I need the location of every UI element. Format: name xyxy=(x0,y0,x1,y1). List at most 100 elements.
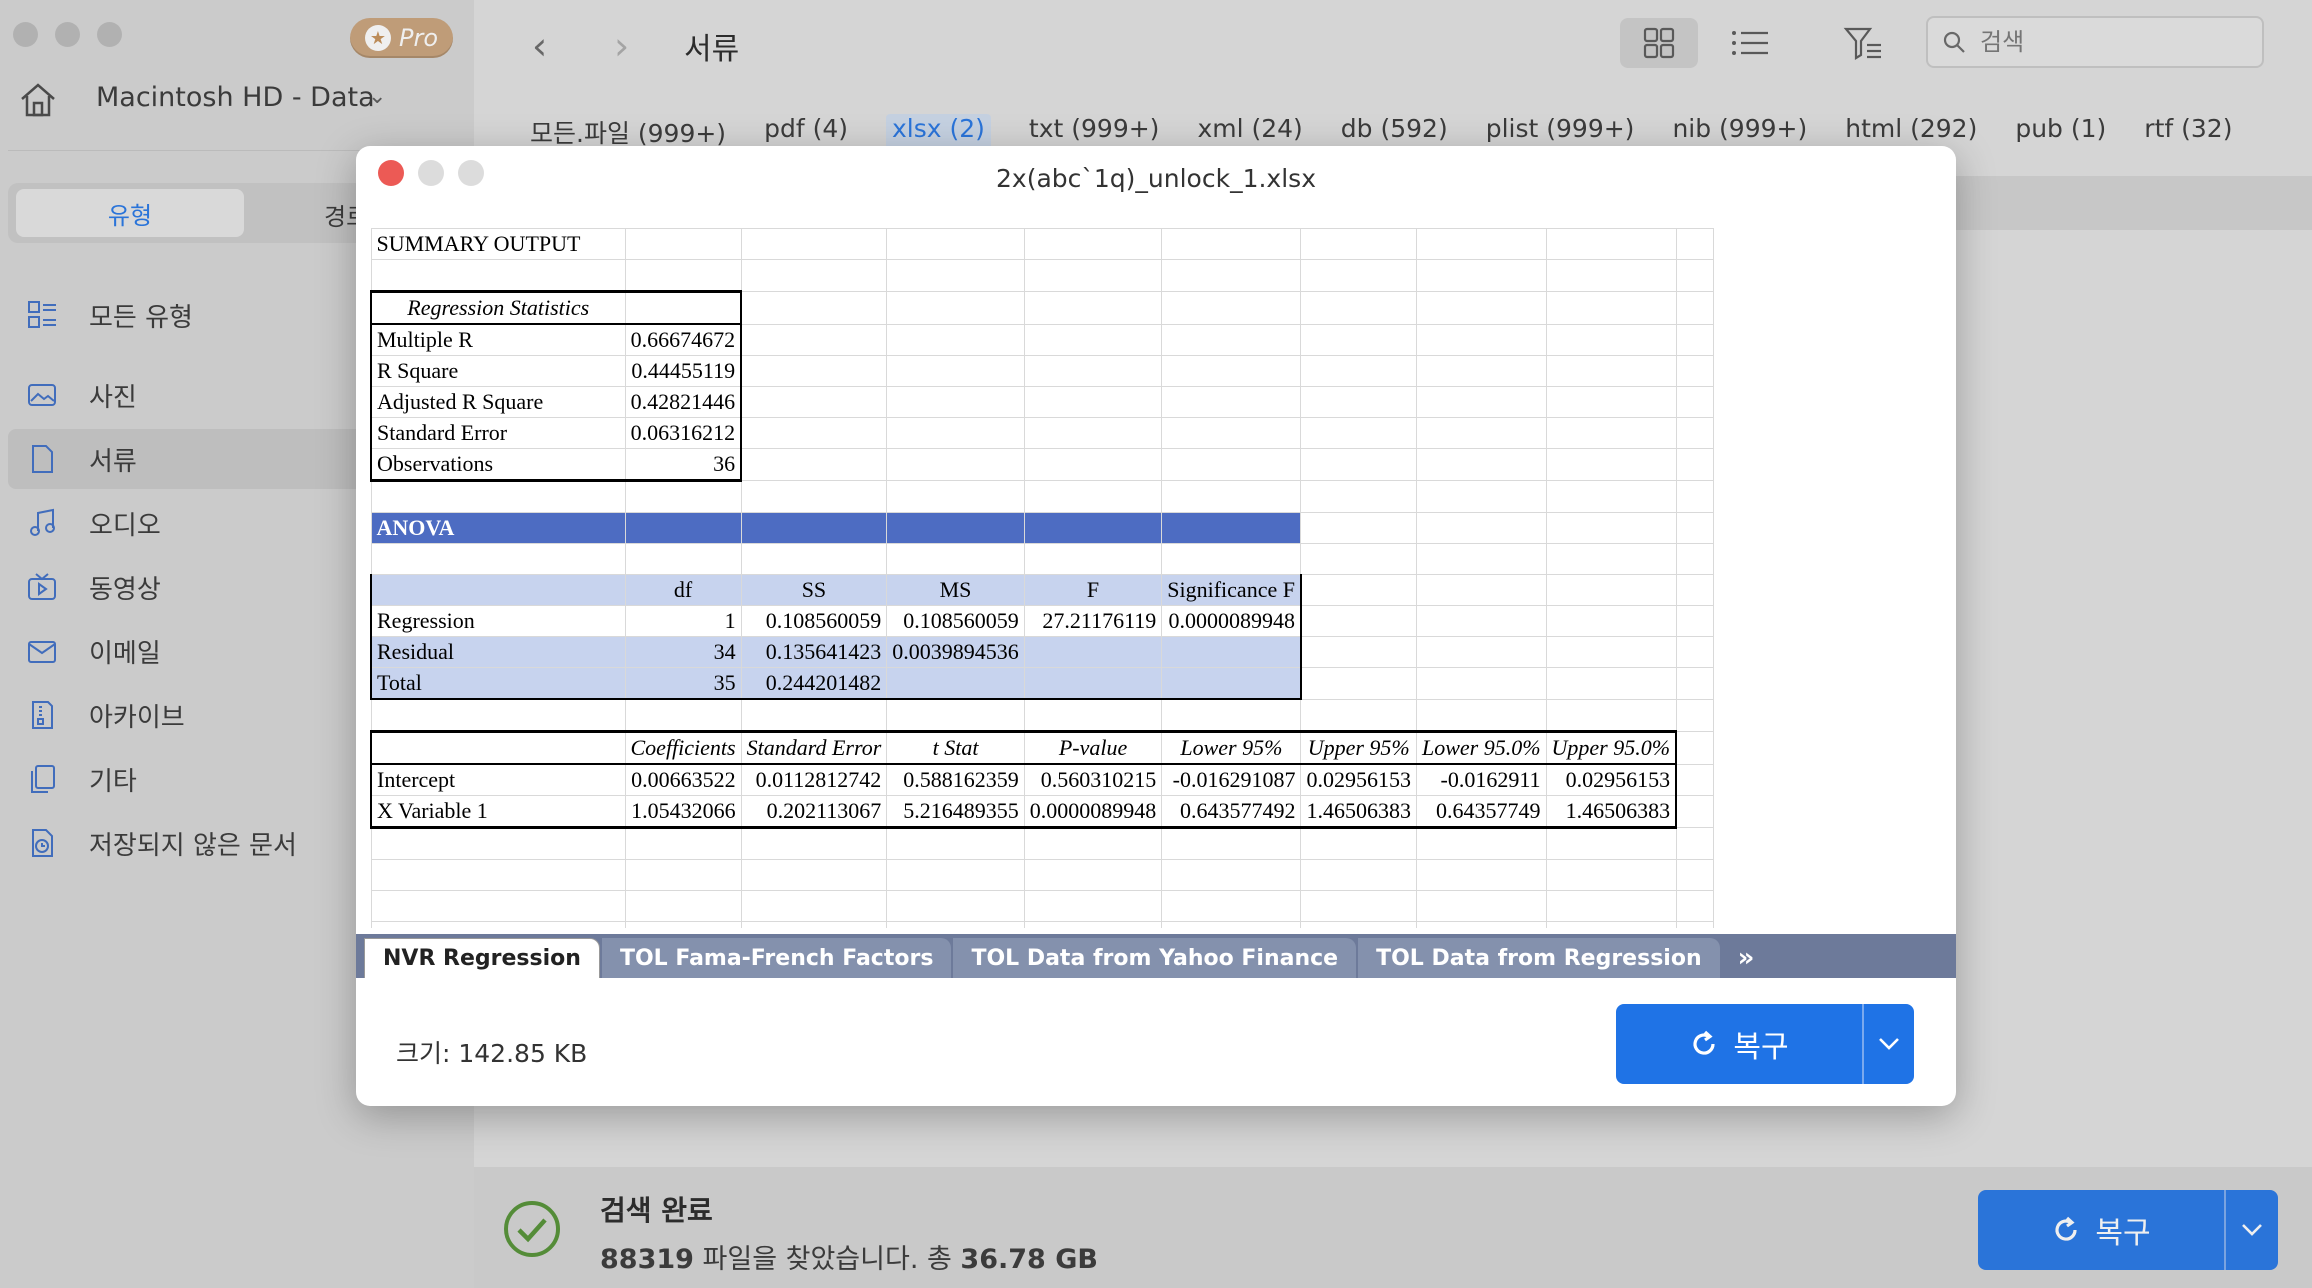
cell-value: 0.202113067 xyxy=(740,795,888,829)
sheet-tab-fama-french[interactable]: TOL Fama-French Factors xyxy=(601,938,952,978)
sheet-row: R Square 0.44455119 xyxy=(370,355,1714,387)
cell-label: Observations xyxy=(370,448,626,482)
sheet-row: Observations 36 xyxy=(370,448,1714,482)
cell-value: 0.44455119 xyxy=(624,355,743,387)
modal-recover-split-button: 복구 xyxy=(1616,1004,1914,1084)
cell-value: 0.66674672 xyxy=(624,323,743,356)
sheet-row: Total 35 0.244201482 xyxy=(370,667,1714,700)
cell-value: 0.244201482 xyxy=(740,667,888,700)
sheet-tab-data-regression[interactable]: TOL Data from Regression xyxy=(1358,938,1720,978)
chevron-down-icon xyxy=(1879,1038,1899,1050)
cell-label: Regression xyxy=(370,605,626,637)
cell-header: MS xyxy=(886,574,1025,606)
cell-value: 0.02956153 xyxy=(1545,763,1678,796)
cell-value: 35 xyxy=(624,667,742,700)
cell-value: 1.46506383 xyxy=(1545,795,1678,829)
cell-value xyxy=(886,667,1025,700)
sheet-row xyxy=(370,543,1714,575)
cell-value xyxy=(1161,667,1302,700)
sheet-row: Multiple R 0.66674672 xyxy=(370,323,1714,356)
cell-label: Multiple R xyxy=(370,323,626,356)
cell-header: Significance F xyxy=(1161,574,1302,606)
cell-value: 1 xyxy=(624,605,742,637)
file-size-label: 크기: 142.85 KB xyxy=(396,1039,588,1068)
spreadsheet-grid: SUMMARY OUTPUT Regression Statistics Mul… xyxy=(370,228,1714,928)
sheet-row xyxy=(370,698,1714,732)
sheet-row: Adjusted R Square 0.42821446 xyxy=(370,386,1714,418)
preview-modal: 2x(abc`1q)_unlock_1.xlsx SUMMARY OUTPUT … xyxy=(356,146,1956,1106)
sheet-tab-nvr-regression[interactable]: NVR Regression xyxy=(364,938,600,978)
sheet-row xyxy=(370,921,1714,928)
cell-value: 0.643577492 xyxy=(1161,795,1302,829)
cell-label: Standard Error xyxy=(370,417,626,449)
sheet-row: SUMMARY OUTPUT xyxy=(370,228,1714,260)
sheet-row xyxy=(370,259,1714,292)
cell-header: t Stat xyxy=(886,730,1025,765)
cell-value: 0.135641423 xyxy=(740,636,888,668)
cell-header: Lower 95.0% xyxy=(1415,730,1547,765)
cell-value: 34 xyxy=(624,636,742,668)
sheet-row xyxy=(370,890,1714,922)
sheet-row: Regression 1 0.108560059 0.108560059 27.… xyxy=(370,605,1714,637)
cell-label: Total xyxy=(370,667,626,700)
cell-header: df xyxy=(624,574,742,606)
cell-value: -0.016291087 xyxy=(1161,763,1302,796)
sheet-row xyxy=(370,859,1714,891)
cell-value: 0.108560059 xyxy=(740,605,888,637)
cell-value: 0.0000089948 xyxy=(1161,605,1302,637)
cell-header: Upper 95% xyxy=(1300,730,1417,765)
cell-value: 0.06316212 xyxy=(624,417,743,449)
cell-label: Adjusted R Square xyxy=(370,386,626,418)
cell-value: 0.108560059 xyxy=(886,605,1025,637)
sheet-row xyxy=(370,827,1714,860)
cell-value: 27.21176119 xyxy=(1023,605,1163,637)
sheet-row: df SS MS F Significance F xyxy=(370,574,1714,606)
cell-value: -0.0162911 xyxy=(1415,763,1547,796)
cell-value xyxy=(1023,636,1163,668)
sheet-row: X Variable 1 1.05432066 0.202113067 5.21… xyxy=(370,795,1714,829)
cell-label: Intercept xyxy=(370,763,626,796)
more-tabs-icon[interactable]: » xyxy=(1722,938,1771,978)
cell-value: 5.216489355 xyxy=(886,795,1025,829)
cell-value xyxy=(1161,636,1302,668)
sheet-row: ANOVA xyxy=(370,512,1714,544)
cell-header: Standard Error xyxy=(740,730,888,765)
cell-header: Upper 95.0% xyxy=(1545,730,1678,765)
cell-value: 36 xyxy=(624,448,743,482)
sheet-row: Residual 34 0.135641423 0.0039894536 xyxy=(370,636,1714,668)
spreadsheet-preview: SUMMARY OUTPUT Regression Statistics Mul… xyxy=(370,228,1956,928)
recover-dropdown-button[interactable] xyxy=(1862,1004,1914,1084)
recover-button[interactable]: 복구 xyxy=(1616,1004,1862,1084)
cell-value: 0.02956153 xyxy=(1300,763,1417,796)
cell-anova-title: ANOVA xyxy=(370,512,626,544)
cell-header: P-value xyxy=(1023,730,1163,765)
cell-label: R Square xyxy=(370,355,626,387)
sheet-row: Regression Statistics xyxy=(370,290,1714,325)
cell-value: 0.560310215 xyxy=(1023,763,1163,796)
cell-header: Lower 95% xyxy=(1161,730,1302,765)
cell-value xyxy=(1023,667,1163,700)
cell-value: 1.46506383 xyxy=(1300,795,1417,829)
cell-header: F xyxy=(1023,574,1163,606)
sheet-row: Intercept 0.00663522 0.0112812742 0.5881… xyxy=(370,763,1714,796)
cell-value: 0.0039894536 xyxy=(886,636,1025,668)
sheet-tab-yahoo-finance[interactable]: TOL Data from Yahoo Finance xyxy=(953,938,1357,978)
sheet-tab-bar: NVR Regression TOL Fama-French Factors T… xyxy=(356,934,1956,978)
cell-value: 0.42821446 xyxy=(624,386,743,418)
cell-header: Coefficients xyxy=(624,730,742,765)
cell-value: 0.0000089948 xyxy=(1023,795,1163,829)
sheet-row: Coefficients Standard Error t Stat P-val… xyxy=(370,730,1714,765)
cell-header: SS xyxy=(740,574,888,606)
recover-label: 복구 xyxy=(1733,1030,1789,1065)
refresh-icon xyxy=(1693,1030,1715,1055)
sheet-row: Standard Error 0.06316212 xyxy=(370,417,1714,449)
cell-value: 0.00663522 xyxy=(624,763,742,796)
cell-value: 0.64357749 xyxy=(1415,795,1547,829)
cell-summary-title: SUMMARY OUTPUT xyxy=(370,228,626,260)
modal-title: 2x(abc`1q)_unlock_1.xlsx xyxy=(996,164,1316,193)
cell-value: 1.05432066 xyxy=(624,795,742,829)
cell-reg-stats-title: Regression Statistics xyxy=(370,290,626,325)
cell-label: X Variable 1 xyxy=(370,795,626,829)
cell-label: Residual xyxy=(370,636,626,668)
cell-value: 0.588162359 xyxy=(886,763,1025,796)
